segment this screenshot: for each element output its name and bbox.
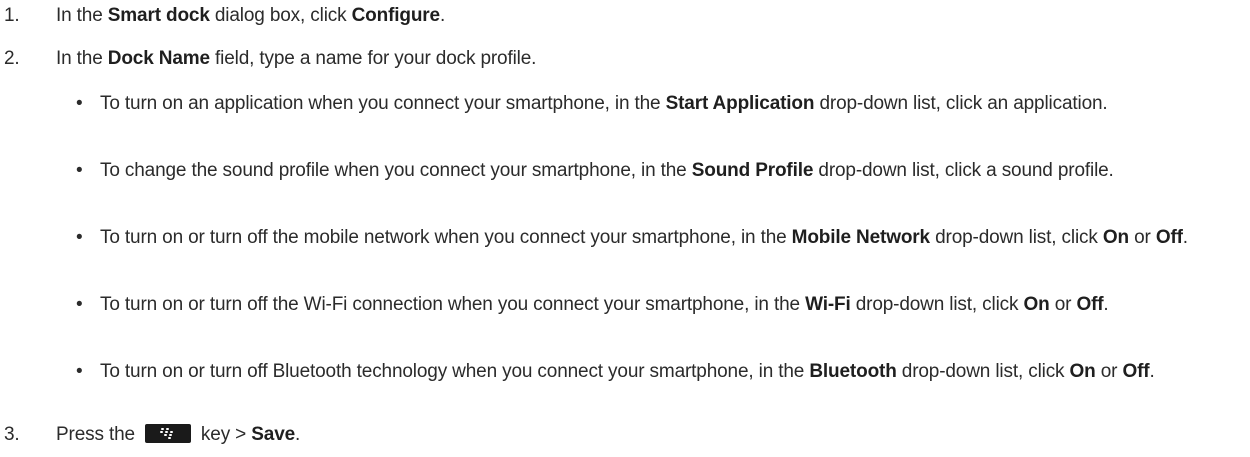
bullet-icon: • bbox=[76, 361, 83, 382]
step-text: In the Dock Name field, type a name for … bbox=[56, 48, 1230, 70]
bullet-text: To turn on or turn off the mobile networ… bbox=[100, 225, 1230, 250]
instructions-document: 1. In the Smart dock dialog box, click C… bbox=[0, 0, 1250, 457]
text-run: drop-down list, click bbox=[929, 227, 1103, 248]
text-run: drop-down list, click bbox=[896, 361, 1070, 382]
ui-term: Dock Name bbox=[107, 48, 210, 69]
ui-term: Off bbox=[1122, 361, 1150, 382]
bullet-icon: • bbox=[76, 294, 83, 315]
text-run: To change the sound profile when you con… bbox=[100, 160, 692, 181]
text-run: To turn on an application when you conne… bbox=[100, 93, 666, 114]
bullet-item-wifi: • To turn on or turn off the Wi-Fi conne… bbox=[76, 292, 1230, 317]
step-text-before-key: Press the bbox=[56, 424, 135, 445]
text-run: drop-down list, click a sound profile. bbox=[813, 160, 1114, 181]
ui-term: Start Application bbox=[665, 93, 815, 114]
text-run: . bbox=[1103, 294, 1109, 315]
bullet-item-start-application: • To turn on an application when you con… bbox=[76, 91, 1230, 116]
save-term: Save bbox=[251, 424, 296, 445]
text-run: or bbox=[1128, 227, 1156, 248]
blackberry-menu-key-icon bbox=[144, 424, 191, 443]
bullet-text: To turn on or turn off the Wi-Fi connect… bbox=[100, 292, 1230, 317]
text-run: or bbox=[1049, 294, 1077, 315]
bullet-item-sound-profile: • To change the sound profile when you c… bbox=[76, 158, 1230, 183]
text-run: . bbox=[1149, 361, 1155, 382]
bullet-text: To change the sound profile when you con… bbox=[100, 158, 1230, 183]
bullet-text: To turn on or turn off Bluetooth technol… bbox=[100, 359, 1230, 384]
bullet-icon: • bbox=[76, 93, 83, 114]
ui-term: On bbox=[1102, 227, 1129, 248]
step-text-end: . bbox=[295, 424, 301, 445]
bullet-icon: • bbox=[76, 227, 83, 248]
ui-term: Sound Profile bbox=[691, 160, 814, 181]
text-run: . bbox=[439, 5, 446, 26]
text-run: or bbox=[1095, 361, 1123, 382]
text-run: To turn on or turn off the mobile networ… bbox=[100, 227, 792, 248]
ui-term: Off bbox=[1076, 294, 1104, 315]
text-run: drop-down list, click bbox=[850, 294, 1024, 315]
bullet-item-bluetooth: • To turn on or turn off Bluetooth techn… bbox=[76, 359, 1230, 384]
step-number: 1. bbox=[4, 5, 20, 26]
ui-term: Smart dock bbox=[107, 5, 210, 26]
text-run: In the bbox=[56, 5, 108, 26]
ui-term: Wi-Fi bbox=[805, 294, 851, 315]
bullet-icon: • bbox=[76, 160, 83, 181]
step-text: In the Smart dock dialog box, click Conf… bbox=[56, 5, 1230, 27]
text-run: . bbox=[1182, 227, 1188, 248]
ui-term: Bluetooth bbox=[809, 361, 897, 382]
ui-term: On bbox=[1069, 361, 1096, 382]
text-run: In the bbox=[56, 48, 108, 69]
ui-term: Mobile Network bbox=[791, 227, 930, 248]
step-text: Press the key > Save. bbox=[56, 424, 1230, 446]
ui-term: Off bbox=[1155, 227, 1183, 248]
bullet-item-mobile-network: • To turn on or turn off the mobile netw… bbox=[76, 225, 1230, 250]
step-number: 2. bbox=[4, 48, 20, 69]
text-run: To turn on or turn off the Wi-Fi connect… bbox=[100, 294, 806, 315]
ui-term: On bbox=[1023, 294, 1050, 315]
bullet-text: To turn on an application when you conne… bbox=[100, 91, 1230, 116]
text-run: To turn on or turn off Bluetooth technol… bbox=[100, 361, 810, 382]
text-run: dialog box, click bbox=[209, 5, 352, 26]
text-run: drop-down list, click an application. bbox=[814, 93, 1108, 114]
ui-term: Configure bbox=[351, 5, 441, 26]
text-run: field, type a name for your dock profile… bbox=[209, 48, 537, 69]
step-text-after-key: key > bbox=[200, 424, 252, 445]
step-number: 3. bbox=[4, 424, 20, 445]
